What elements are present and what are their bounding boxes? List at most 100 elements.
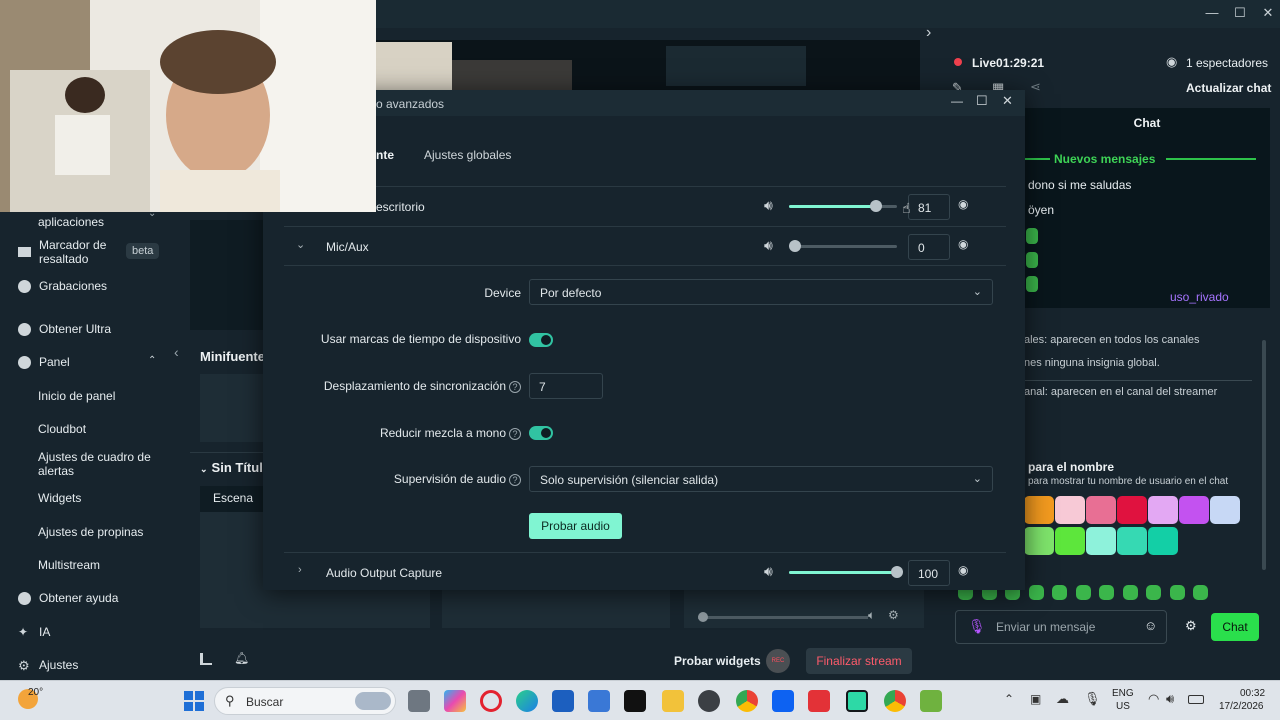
dropbox-icon[interactable] [772,690,794,712]
windows-start-icon[interactable] [184,691,204,711]
color-swatch[interactable] [1179,496,1209,524]
store-icon[interactable] [588,690,610,712]
chrome-icon[interactable] [736,690,758,712]
volume-knob[interactable] [789,240,801,252]
color-swatch[interactable] [1117,527,1147,555]
expand-chevron-icon[interactable]: › [926,24,931,42]
chat-username[interactable]: uso_rivado [1170,290,1229,304]
minimize-button[interactable]: — [951,94,963,108]
tiktok-icon[interactable] [624,690,646,712]
collapse-left-icon[interactable]: ‹ [174,344,179,360]
speaker-icon[interactable]: 🔈︎ [868,608,875,623]
chevron-up-icon[interactable]: ⌃ [148,355,156,366]
mixer-volume-knob[interactable] [698,612,708,622]
volume-value[interactable]: 81 [908,194,950,220]
finalizar-stream-button[interactable]: Finalizar stream [806,648,912,674]
mono-toggle[interactable] [529,426,553,440]
bell-icon[interactable]: 🔔︎ [234,651,249,665]
volume-value[interactable]: 0 [908,234,950,260]
wps-icon[interactable] [808,690,830,712]
clock-date[interactable]: 17/2/2026 [1219,701,1264,712]
volume-slider[interactable] [789,240,897,252]
sidebar-item-aplicaciones[interactable]: aplicaciones [38,215,104,229]
sync-offset-input[interactable]: 7 [529,373,603,399]
share-icon[interactable]: ⋖ [1030,79,1041,95]
microphone-icon[interactable]: 🎙︎ [968,618,986,635]
chat-scrollbar[interactable] [1262,340,1266,570]
emote-icon[interactable] [1193,585,1208,600]
sidebar-item-panel[interactable]: Panel [18,355,70,369]
maximize-button[interactable]: ☐ [1230,4,1250,22]
maximize-button[interactable]: ☐ [976,93,988,109]
probar-audio-button[interactable]: Probar audio [529,513,622,539]
volume-icon[interactable]: 🔊︎ [1166,691,1174,707]
chevron-down-icon[interactable]: ⌄ [296,238,305,251]
tab-ajustes-globales[interactable]: Ajustes globales [424,148,511,162]
sidebar-item-marcador[interactable]: Marcador de resaltado [18,238,119,266]
color-swatch[interactable] [1086,527,1116,555]
rec-button[interactable]: REC [766,649,790,673]
sidebar-item-ultra[interactable]: Obtener Ultra [18,322,111,336]
actualizar-chat-button[interactable]: Actualizar chat [1186,81,1271,95]
send-chat-button[interactable]: Chat [1211,613,1259,641]
probar-widgets-button[interactable]: Probar widgets [674,654,761,668]
sidebar-item-grabaciones[interactable]: Grabaciones [18,279,107,293]
device-select[interactable]: Por defecto ⌄ [529,279,993,305]
sidebar-item-cloudbot[interactable]: Cloudbot [38,422,86,436]
emote-icon[interactable] [1146,585,1161,600]
sidebar-item-ajustes[interactable]: ⚙ Ajustes [18,658,78,672]
opera-icon[interactable] [480,690,502,712]
tray-app-icon[interactable]: ▣ [1030,692,1041,706]
folder-icon[interactable] [662,690,684,712]
sidebar-item-ayuda[interactable]: Obtener ayuda [18,591,118,605]
color-swatch[interactable] [1024,527,1054,555]
color-swatch[interactable] [1210,496,1240,524]
stats-icon[interactable] [200,653,212,665]
emoji-icon[interactable]: ☺ [1144,618,1157,633]
copilot-icon[interactable] [444,690,466,712]
chat-input[interactable]: 🎙︎ Enviar un mensaje ☺ [955,610,1167,644]
close-button[interactable]: ✕ [1002,93,1013,109]
tab-fuente[interactable]: nte [376,148,394,162]
chevron-down-icon[interactable]: ⌄ [200,464,208,474]
eye-icon[interactable]: ◉ [958,563,968,577]
weather-temp[interactable]: 20° [28,687,43,698]
battery-icon[interactable] [1188,695,1204,704]
monitor-select[interactable]: Solo supervisión (silenciar salida) ⌄ [529,466,993,492]
cloud-icon[interactable]: ☁ [1056,691,1069,707]
close-button[interactable]: ✕ [1258,4,1278,22]
emote-icon[interactable] [1028,585,1044,600]
microphone-icon[interactable]: 🎙︎ [1084,691,1101,707]
language-indicator[interactable]: ENG [1112,688,1134,699]
bluestacks-icon[interactable] [920,690,942,712]
sidebar-item-propinas[interactable]: Ajustes de propinas [38,525,143,539]
sidebar-item-inicio[interactable]: Inicio de panel [38,389,115,403]
language-region[interactable]: US [1116,701,1130,712]
edge-icon[interactable] [516,690,538,712]
color-swatch[interactable] [1148,527,1178,555]
obs-icon[interactable] [698,690,720,712]
sidebar-item-ia[interactable]: ✦ IA [18,625,50,639]
emote-icon[interactable] [1052,585,1067,600]
color-swatch[interactable] [1055,527,1085,555]
color-swatch[interactable] [1117,496,1147,524]
clock-time[interactable]: 00:32 [1240,688,1265,699]
speaker-icon[interactable]: 🔊︎ [764,197,773,214]
emote-icon[interactable] [1075,585,1091,600]
chrome-profile-icon[interactable] [884,690,906,712]
gear-icon[interactable]: ⚙ [888,608,899,622]
task-view-icon[interactable] [408,690,430,712]
help-icon[interactable]: ? [509,428,521,440]
speaker-icon[interactable]: 🔊︎ [764,563,773,580]
volume-knob[interactable] [891,566,903,578]
help-icon[interactable]: ? [509,474,521,486]
volume-value[interactable]: 100 [908,560,950,586]
eye-icon[interactable]: ◉ [958,197,968,211]
color-swatch[interactable] [1148,496,1178,524]
wifi-icon[interactable]: ◠ [1148,691,1159,707]
color-swatch[interactable] [1024,496,1054,524]
timestamps-toggle[interactable] [529,333,553,347]
gear-icon[interactable]: ⚙ [1185,618,1197,634]
minimize-button[interactable]: — [1202,4,1222,22]
volume-slider[interactable] [789,200,897,212]
